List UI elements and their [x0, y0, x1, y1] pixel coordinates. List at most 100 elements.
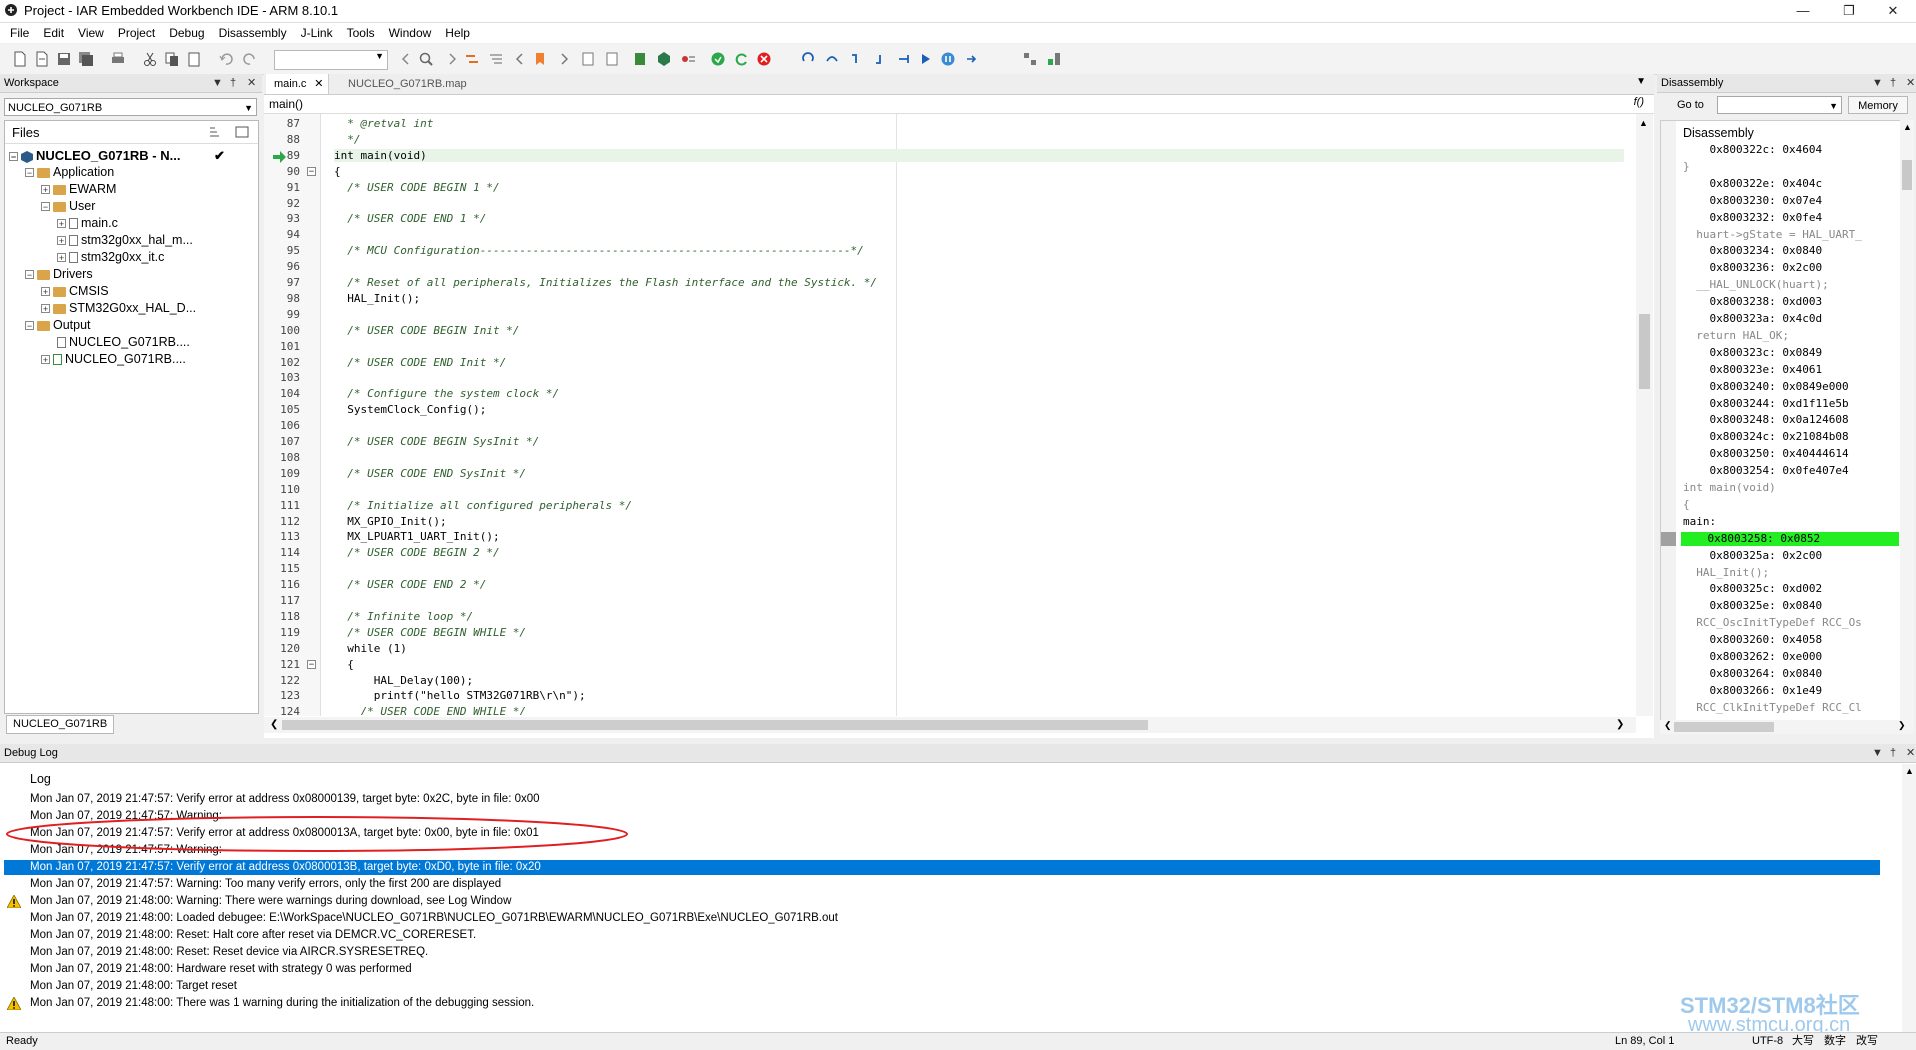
tree-item-project[interactable]: − NUCLEO_G071RB - N... ✔: [9, 147, 225, 164]
copy-icon[interactable]: [164, 51, 180, 67]
find-combo[interactable]: ▼: [274, 50, 388, 70]
menu-file[interactable]: File: [0, 23, 36, 43]
stop-debug-icon[interactable]: [756, 51, 772, 67]
undo-icon[interactable]: [218, 51, 234, 67]
next-bookmark-icon[interactable]: [604, 51, 620, 67]
disassembly-view[interactable]: Disassembly 0x800322c: 0x4604} 0x800322e…: [1660, 120, 1902, 722]
editor-hscrollbar[interactable]: ❮ ❯: [264, 717, 1636, 733]
replace-icon[interactable]: [464, 51, 480, 67]
download-debug-icon[interactable]: [710, 51, 726, 67]
save-icon[interactable]: [56, 51, 72, 67]
scroll-left-icon[interactable]: ❮: [270, 719, 278, 730]
reset-icon[interactable]: [800, 51, 816, 67]
hscroll-thumb[interactable]: [282, 720, 1148, 730]
settings-icon[interactable]: [235, 126, 249, 138]
log-entry[interactable]: Mon Jan 07, 2019 21:48:00: Reset: Halt c…: [30, 928, 476, 942]
log-entry[interactable]: Mon Jan 07, 2019 21:47:57: Verify error …: [30, 792, 540, 806]
workspace-tab[interactable]: NUCLEO_G071RB: [6, 715, 115, 734]
menu-edit[interactable]: Edit: [36, 23, 71, 43]
pin-icon[interactable]: †: [1890, 744, 1896, 762]
tree-item-output-file-1[interactable]: NUCLEO_G071RB....: [57, 334, 190, 351]
log-entry[interactable]: Mon Jan 07, 2019 21:48:00: Warning: Ther…: [30, 894, 511, 908]
scroll-up-icon[interactable]: ▲: [1905, 766, 1914, 776]
step-out-icon[interactable]: [872, 51, 888, 67]
open-file-icon[interactable]: [34, 51, 50, 67]
close-icon[interactable]: ✕: [247, 74, 256, 92]
find-icon[interactable]: [418, 51, 434, 67]
window-layout-icon[interactable]: [1022, 51, 1038, 67]
menu-view[interactable]: View: [71, 23, 111, 43]
scroll-up-icon[interactable]: ▲: [1903, 122, 1912, 132]
log-entry[interactable]: Mon Jan 07, 2019 21:48:00: Target reset: [30, 979, 237, 993]
close-icon[interactable]: ✕: [1906, 744, 1915, 762]
break-icon[interactable]: [940, 51, 956, 67]
log-entry[interactable]: Mon Jan 07, 2019 21:47:57: Warning: Too …: [30, 877, 501, 891]
menu-project[interactable]: Project: [111, 23, 162, 43]
pin-icon[interactable]: †: [1890, 74, 1896, 92]
log-entry[interactable]: Mon Jan 07, 2019 21:48:00: Hardware rese…: [30, 962, 412, 976]
step-over-icon[interactable]: [824, 51, 840, 67]
scroll-thumb[interactable]: [1902, 160, 1912, 190]
log-entry[interactable]: Mon Jan 07, 2019 21:48:00: Reset: Reset …: [30, 945, 428, 959]
run-to-cursor-icon[interactable]: [896, 51, 912, 67]
goto-input[interactable]: ▼: [1717, 96, 1842, 114]
prev-bookmark-icon[interactable]: [580, 51, 596, 67]
debug-without-download-icon[interactable]: [734, 51, 750, 67]
breakpoint-toggle-icon[interactable]: [680, 51, 696, 67]
panel-menu-icon[interactable]: ▼: [1872, 744, 1883, 762]
editor-vscrollbar[interactable]: ▲: [1636, 114, 1653, 716]
bookmark-icon[interactable]: [532, 51, 548, 67]
tab-map-file[interactable]: NUCLEO_G071RB.map: [340, 74, 475, 94]
log-vscrollbar[interactable]: ▲: [1902, 764, 1916, 1032]
log-entry[interactable]: Mon Jan 07, 2019 21:48:00: Loaded debuge…: [30, 911, 838, 925]
back-icon[interactable]: [398, 51, 414, 67]
log-entry[interactable]: Mon Jan 07, 2019 21:48:00: There was 1 w…: [30, 996, 534, 1010]
tree-item-user[interactable]: − User: [41, 198, 95, 215]
tab-main-c[interactable]: main.c ✕: [266, 74, 330, 94]
current-function[interactable]: main(): [269, 97, 303, 111]
workspace-config-select[interactable]: NUCLEO_G071RB ▼: [4, 98, 257, 116]
disassembly-vscrollbar[interactable]: ▲: [1900, 120, 1914, 720]
pin-icon[interactable]: †: [230, 74, 236, 92]
nav-forward-icon[interactable]: [556, 51, 572, 67]
function-list-icon[interactable]: f(): [1634, 96, 1644, 108]
fold-icon[interactable]: −: [307, 659, 316, 669]
print-icon[interactable]: [110, 51, 126, 67]
close-icon[interactable]: ✕: [1906, 74, 1915, 92]
tree-item-ewarm[interactable]: + EWARM: [41, 181, 116, 198]
menu-help[interactable]: Help: [438, 23, 477, 43]
scroll-up-icon[interactable]: ▲: [1639, 118, 1648, 128]
sort-icon[interactable]: [209, 126, 223, 138]
scroll-left-icon[interactable]: ❮: [1664, 720, 1672, 731]
new-file-icon[interactable]: [12, 51, 28, 67]
redo-icon[interactable]: [242, 51, 258, 67]
log-entry[interactable]: Mon Jan 07, 2019 21:47:57: Verify error …: [30, 860, 541, 874]
tree-item-output[interactable]: − Output: [25, 317, 91, 334]
tree-item-output-file-2[interactable]: + NUCLEO_G071RB....: [41, 351, 186, 368]
memory-button[interactable]: Memory: [1848, 96, 1908, 114]
panel-menu-icon[interactable]: ▼: [212, 74, 223, 92]
disassembly-hscrollbar[interactable]: ❮ ❯: [1660, 720, 1914, 734]
panel-menu-icon[interactable]: ▼: [1872, 74, 1883, 92]
tree-item-drivers[interactable]: − Drivers: [25, 266, 93, 283]
save-all-icon[interactable]: [78, 51, 94, 67]
window-arrange-icon[interactable]: [1046, 51, 1062, 67]
tree-item-main-c[interactable]: + main.c: [57, 215, 118, 232]
menu-debug[interactable]: Debug: [162, 23, 211, 43]
scroll-right-icon[interactable]: ❯: [1616, 719, 1624, 730]
instruction-step-icon[interactable]: [964, 51, 980, 67]
tree-item-hal-msp[interactable]: + stm32g0xx_hal_m...: [57, 232, 193, 249]
cut-icon[interactable]: [142, 51, 158, 67]
nav-back-icon[interactable]: [512, 51, 528, 67]
menu-jlink[interactable]: J-Link: [294, 23, 340, 43]
chevron-down-icon[interactable]: ▼: [1636, 76, 1646, 87]
tree-item-hal-driver[interactable]: + STM32G0xx_HAL_D...: [41, 300, 196, 317]
make-icon[interactable]: [656, 51, 672, 67]
scroll-right-icon[interactable]: ❯: [1898, 720, 1906, 731]
scroll-thumb[interactable]: [1639, 314, 1650, 389]
fold-icon[interactable]: −: [307, 166, 316, 176]
forward-icon[interactable]: [444, 51, 460, 67]
minimize-button[interactable]: —: [1780, 0, 1826, 22]
close-icon[interactable]: ✕: [314, 74, 323, 94]
menu-window[interactable]: Window: [382, 23, 439, 43]
